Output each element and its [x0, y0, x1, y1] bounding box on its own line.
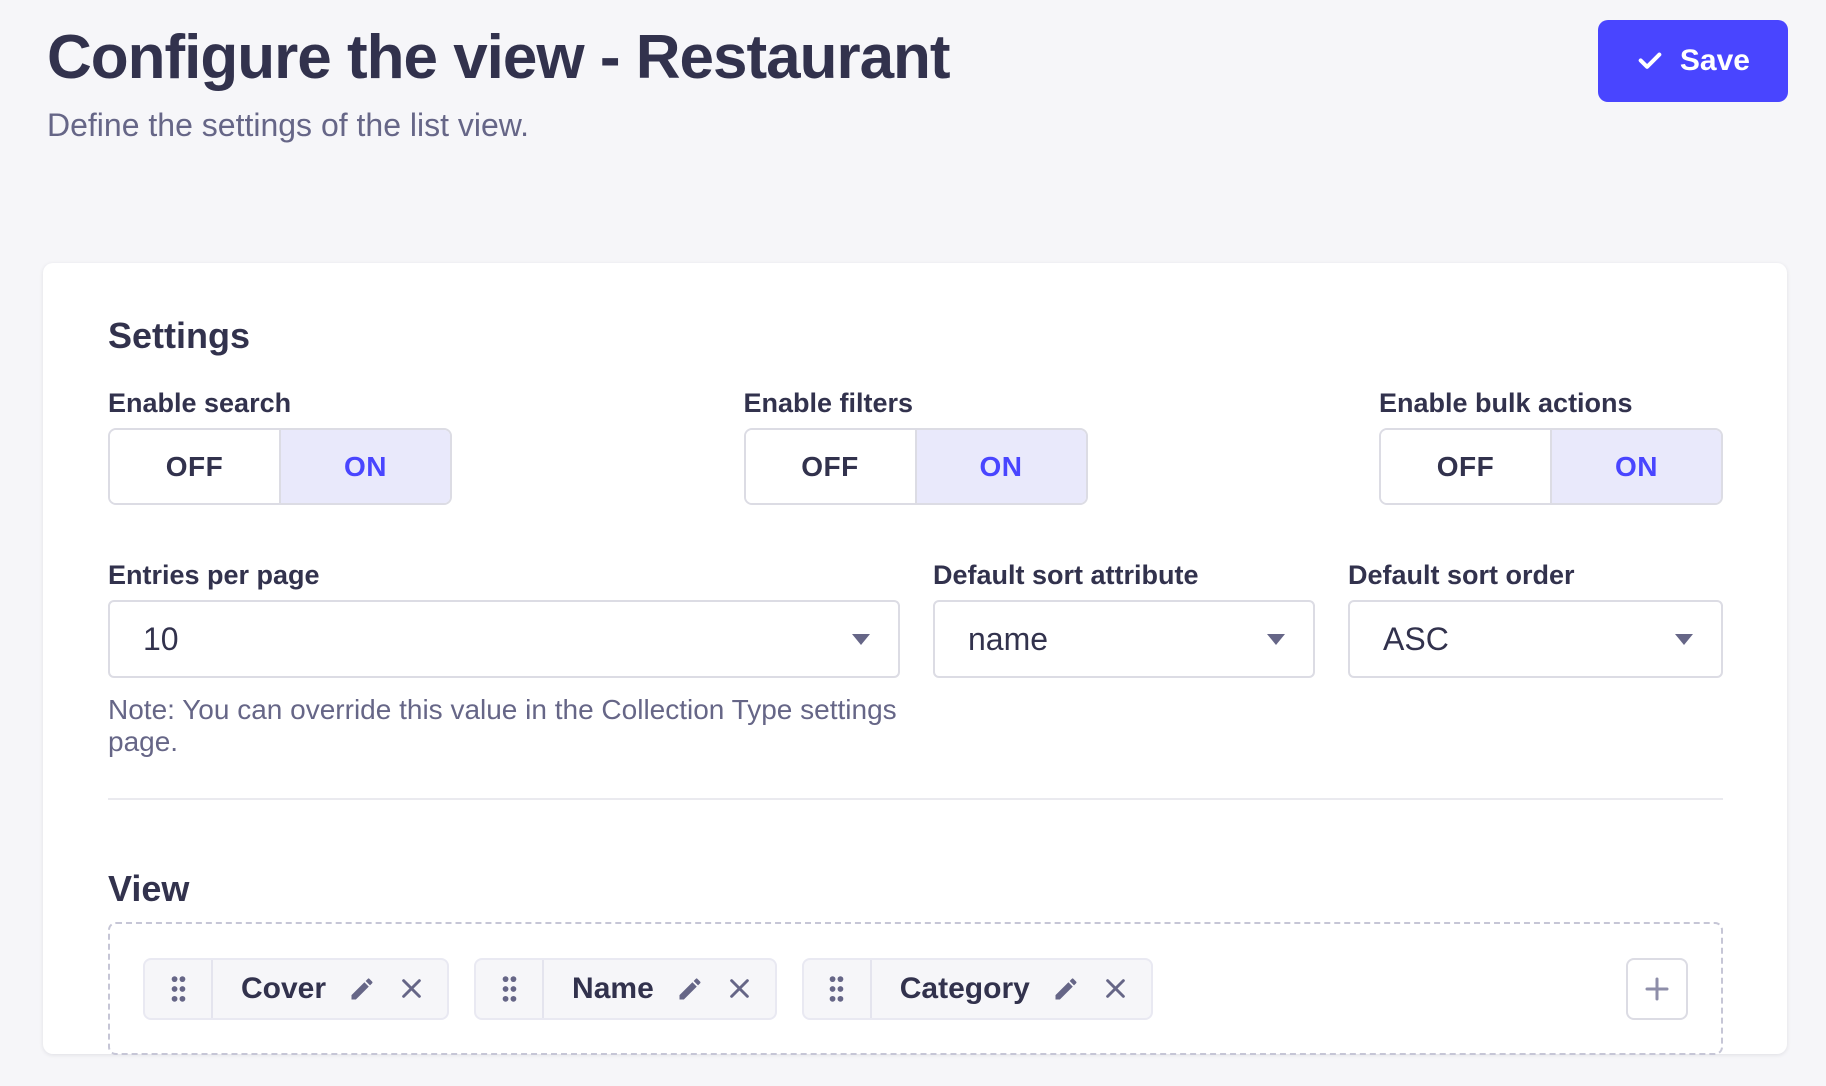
enable-search-toggle: OFF ON [108, 428, 452, 505]
field-chip-category[interactable]: Category [802, 958, 1153, 1020]
field-chip-name[interactable]: Name [474, 958, 777, 1020]
select-label: Entries per page [108, 559, 900, 591]
plus-icon [1642, 974, 1672, 1004]
page-subtitle: Define the settings of the list view. [47, 106, 950, 144]
remove-icon[interactable] [1102, 975, 1129, 1002]
toggle-group-enable-filters: Enable filters OFF ON [744, 387, 1088, 505]
view-field-list: Cover [108, 922, 1723, 1055]
default-sort-order-select[interactable]: ASC [1348, 600, 1723, 678]
edit-pencil-icon[interactable] [1052, 975, 1080, 1003]
edit-pencil-icon[interactable] [676, 975, 704, 1003]
drag-handle-icon [168, 973, 189, 1005]
settings-heading: Settings [108, 315, 1722, 357]
section-divider [108, 798, 1723, 800]
default-sort-attribute-select[interactable]: name [933, 600, 1315, 678]
toggle-group-enable-bulk-actions: Enable bulk actions OFF ON [1379, 387, 1723, 505]
remove-icon[interactable] [398, 975, 425, 1002]
chip-label: Category [900, 972, 1030, 1006]
toggle-off-option[interactable]: OFF [110, 430, 279, 503]
caret-down-icon [1675, 634, 1693, 645]
enable-filters-toggle: OFF ON [744, 428, 1088, 505]
edit-pencil-icon[interactable] [348, 975, 376, 1003]
select-value: ASC [1383, 621, 1449, 658]
save-button-label: Save [1680, 44, 1750, 78]
save-button[interactable]: Save [1598, 20, 1788, 102]
field-entries-per-page: Entries per page 10 Note: You can overri… [108, 559, 900, 758]
page-header: Configure the view - Restaurant Define t… [47, 22, 950, 144]
field-note: Note: You can override this value in the… [108, 694, 900, 758]
sort-settings-row: Entries per page 10 Note: You can overri… [108, 559, 1723, 758]
remove-icon[interactable] [726, 975, 753, 1002]
field-default-sort-order: Default sort order ASC [1348, 559, 1723, 758]
caret-down-icon [852, 634, 870, 645]
select-label: Default sort attribute [933, 559, 1315, 591]
toggle-label: Enable bulk actions [1379, 387, 1723, 419]
select-value: name [968, 621, 1048, 658]
field-chip-cover[interactable]: Cover [143, 958, 449, 1020]
select-label: Default sort order [1348, 559, 1723, 591]
chip-label: Cover [241, 972, 326, 1006]
toggle-off-option[interactable]: OFF [746, 430, 915, 503]
toggle-label: Enable filters [744, 387, 1088, 419]
caret-down-icon [1267, 634, 1285, 645]
check-icon [1636, 47, 1664, 75]
drag-handle-icon [499, 973, 520, 1005]
toggle-on-option[interactable]: ON [915, 430, 1086, 503]
toggle-row: Enable search OFF ON Enable filters OFF … [108, 387, 1723, 505]
toggle-group-enable-search: Enable search OFF ON [108, 387, 452, 505]
toggle-on-option[interactable]: ON [1550, 430, 1721, 503]
enable-bulk-actions-toggle: OFF ON [1379, 428, 1723, 505]
page-title: Configure the view - Restaurant [47, 22, 950, 94]
drag-handle[interactable] [476, 960, 544, 1018]
add-field-button[interactable] [1626, 958, 1688, 1020]
drag-handle[interactable] [145, 960, 213, 1018]
toggle-off-option[interactable]: OFF [1381, 430, 1550, 503]
field-default-sort-attribute: Default sort attribute name [933, 559, 1315, 758]
view-heading: View [108, 868, 1722, 910]
drag-handle[interactable] [804, 960, 872, 1018]
entries-per-page-select[interactable]: 10 [108, 600, 900, 678]
drag-handle-icon [826, 973, 847, 1005]
select-value: 10 [143, 621, 179, 658]
toggle-on-option[interactable]: ON [279, 430, 450, 503]
toggle-label: Enable search [108, 387, 452, 419]
chip-label: Name [572, 972, 654, 1006]
settings-card: Settings Enable search OFF ON Enable fil… [43, 263, 1787, 1054]
